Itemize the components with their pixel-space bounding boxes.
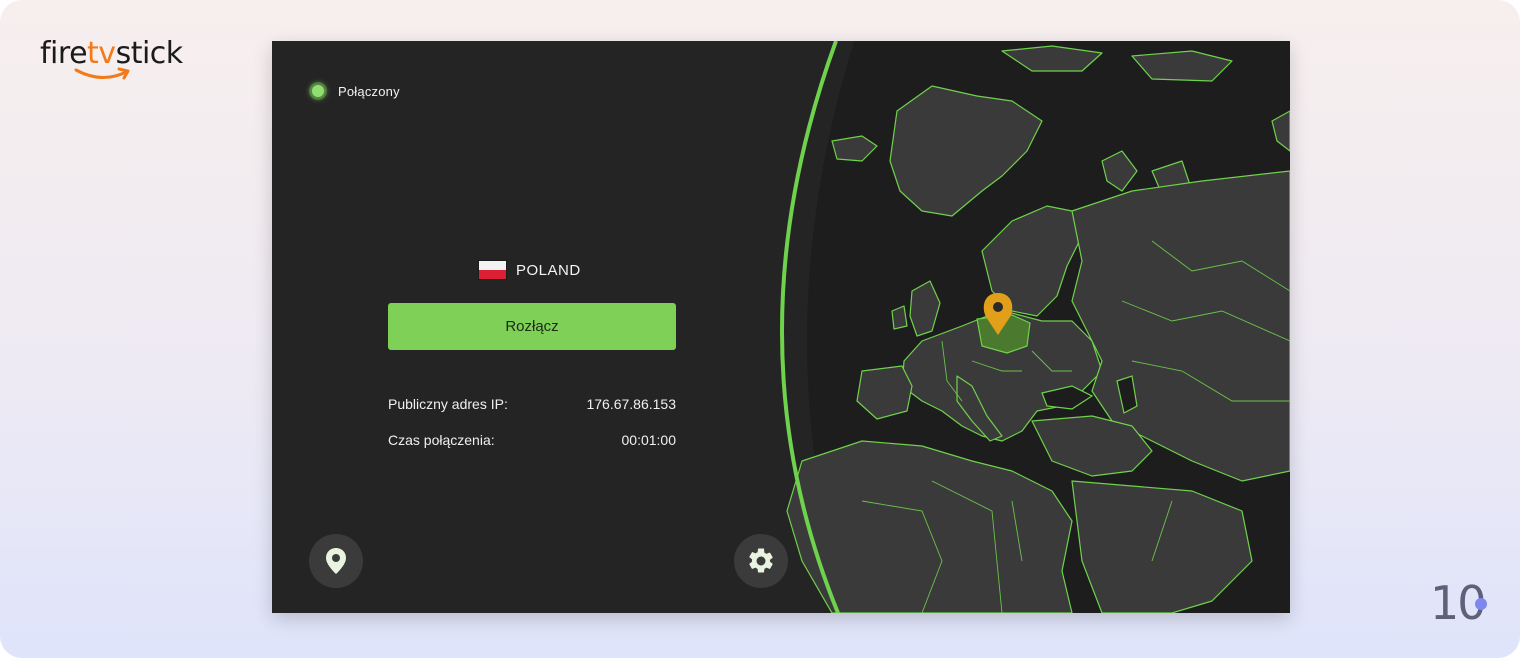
page-background: firetvstick 10 Połączony POLAND Rozłącz … bbox=[0, 0, 1520, 658]
vpn-app-screen: Połączony POLAND Rozłącz Publiczny adres… bbox=[272, 41, 1290, 613]
connection-time-value: 00:01:00 bbox=[621, 432, 677, 448]
selected-country: POLAND bbox=[479, 261, 581, 279]
locations-button[interactable] bbox=[309, 534, 363, 588]
world-map bbox=[780, 41, 1290, 613]
public-ip-value: 176.67.86.153 bbox=[586, 396, 676, 412]
public-ip-label: Publiczny adres IP: bbox=[388, 396, 508, 412]
disconnect-button[interactable]: Rozłącz bbox=[388, 303, 676, 350]
badge-dot bbox=[1475, 598, 1487, 610]
settings-button[interactable] bbox=[734, 534, 788, 588]
gear-icon bbox=[749, 548, 773, 573]
status-label: Połączony bbox=[338, 83, 400, 99]
map-pin-icon bbox=[326, 548, 346, 574]
public-ip-row: Publiczny adres IP: 176.67.86.153 bbox=[388, 394, 676, 414]
country-name: POLAND bbox=[516, 261, 581, 279]
amazon-smile-icon bbox=[74, 67, 130, 80]
connection-time-row: Czas połączenia: 00:01:00 bbox=[388, 430, 676, 450]
fire-tv-stick-logo: firetvstick bbox=[40, 36, 210, 92]
connection-time-label: Czas połączenia: bbox=[388, 432, 495, 448]
poland-flag-icon bbox=[479, 261, 506, 279]
connection-status: Połączony bbox=[312, 81, 400, 101]
status-indicator-icon bbox=[312, 85, 324, 97]
corner-badge: 10 bbox=[1430, 578, 1500, 628]
